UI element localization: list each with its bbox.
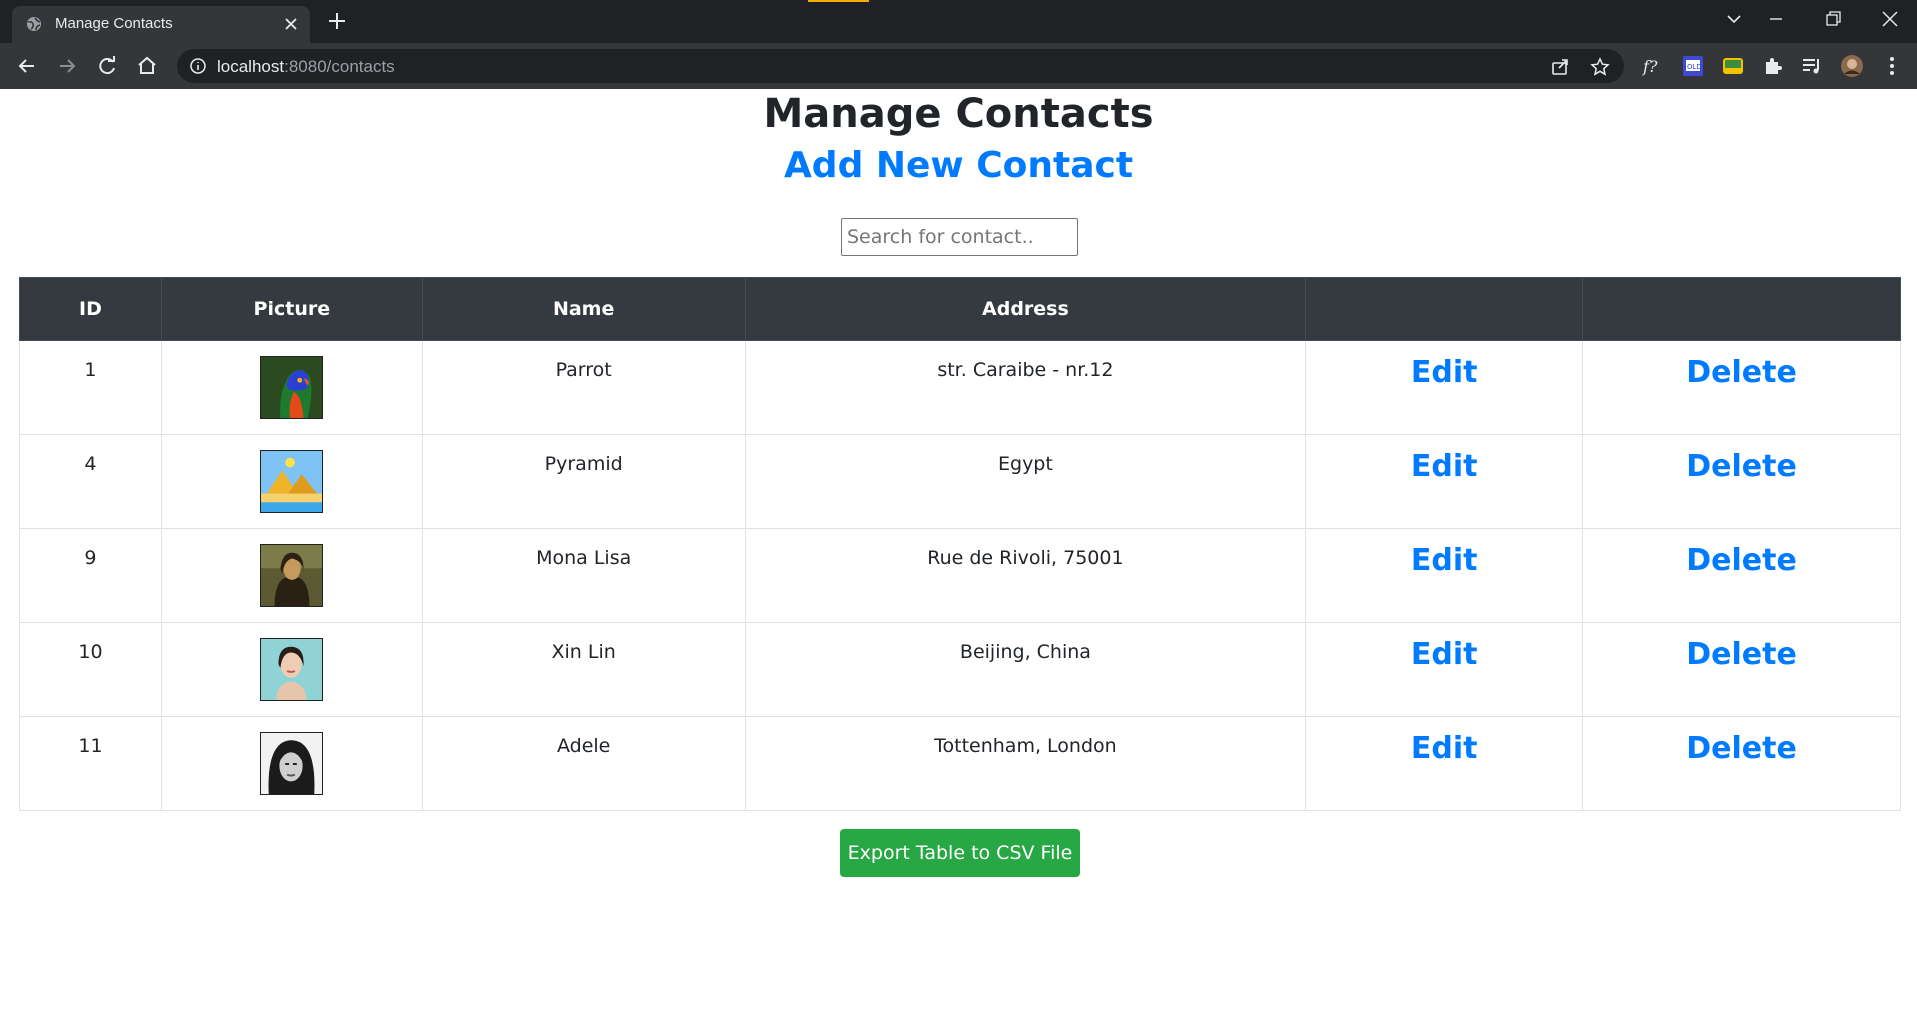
export-csv-button[interactable]: Export Table to CSV File [840,829,1080,877]
url-path: :8080/contacts [284,57,395,76]
mona-lisa-image [260,544,324,607]
cell-id: 9 [19,528,162,623]
cell-picture [160,716,423,811]
header-delete [1582,277,1901,341]
cell-delete: Delete [1582,716,1901,811]
cell-edit: Edit [1305,622,1584,717]
cell-picture [160,340,423,435]
page-title: Manage Contacts [763,91,1154,137]
cell-picture [160,434,423,529]
table-row: 10 Xin Lin Beijing, China Edit Delete [19,622,1901,717]
delete-link[interactable]: Delete [1686,449,1797,484]
address-bar[interactable]: localhost:8080/contacts [177,49,1624,83]
cell-name: Xin Lin [421,622,746,717]
cell-id: 10 [19,622,162,717]
cell-name: Adele [421,716,746,811]
cell-delete: Delete [1582,528,1901,623]
table-header-row: ID Picture Name Address [19,277,1901,341]
menu-kebab-icon[interactable] [1880,54,1904,78]
share-icon[interactable] [1549,56,1571,78]
edit-link[interactable]: Edit [1411,355,1478,390]
portrait-image [260,638,324,701]
cell-edit: Edit [1305,716,1584,811]
url-text[interactable]: localhost:8080/contacts [217,57,395,77]
tab-title: Manage Contacts [55,15,173,32]
browser-tab-strip: Manage Contacts [0,0,1917,43]
cell-address: Tottenham, London [744,716,1307,811]
svg-text:f?: f? [1642,57,1658,76]
cell-delete: Delete [1582,434,1901,529]
cell-delete: Delete [1582,340,1901,435]
cell-address: Beijing, China [744,622,1307,717]
cell-id: 11 [19,716,162,811]
reading-list-icon[interactable] [1800,54,1824,78]
restore-icon[interactable] [1818,6,1848,32]
minimize-icon[interactable] [1761,6,1791,32]
cell-edit: Edit [1305,528,1584,623]
close-window-icon[interactable] [1875,6,1905,32]
parrot-image [260,356,324,419]
cell-address: Egypt [744,434,1307,529]
translate-extension-icon[interactable]: OLD [1681,54,1705,78]
font-extension-icon[interactable]: f? [1640,54,1664,78]
table-row: 9 Mona Lisa Rue de Rivoli, 75001 Edit De… [19,528,1901,623]
table-row: 1 Parrot str. Caraibe - nr.12 Edit Delet… [19,340,1901,435]
cell-edit: Edit [1305,434,1584,529]
table-row: 4 Pyramid Egypt Edit Delete [19,434,1901,529]
delete-link[interactable]: Delete [1686,355,1797,390]
contacts-table: ID Picture Name Address 1 Parrot str. Ca… [19,277,1901,811]
cell-id: 4 [19,434,162,529]
extensions-puzzle-icon[interactable] [1761,54,1785,78]
cell-picture [160,622,423,717]
cell-name: Pyramid [421,434,746,529]
table-row: 11 Adele Tottenham, London Edit Delete [19,716,1901,811]
header-edit [1305,277,1584,341]
tab-search-icon[interactable] [1719,6,1749,32]
forward-icon[interactable] [54,53,80,79]
cell-edit: Edit [1305,340,1584,435]
edit-link[interactable]: Edit [1411,449,1478,484]
search-input[interactable] [841,218,1078,256]
back-icon[interactable] [14,53,40,79]
browser-toolbar: localhost:8080/contacts f? OLD [0,43,1917,89]
pyramid-image [260,450,324,513]
cell-id: 1 [19,340,162,435]
add-new-contact-link[interactable]: Add New Contact [0,145,1917,186]
edit-link[interactable]: Edit [1411,731,1478,766]
new-tab-icon[interactable] [325,9,349,33]
home-icon[interactable] [134,53,160,79]
tab-strip-indicator [808,0,869,2]
browser-tab[interactable]: Manage Contacts [12,6,310,43]
profile-avatar-icon[interactable] [1840,54,1864,78]
edit-link[interactable]: Edit [1411,543,1478,578]
page-content: Manage Contacts Add New Contact ID Pictu… [0,89,1917,1027]
close-tab-icon[interactable] [280,13,302,35]
delete-link[interactable]: Delete [1686,637,1797,672]
screenshot-extension-icon[interactable] [1721,54,1745,78]
globe-icon [27,17,41,31]
header-picture: Picture [160,277,423,341]
url-host: localhost [217,57,285,76]
svg-text:OLD: OLD [1687,63,1702,71]
delete-link[interactable]: Delete [1686,731,1797,766]
cell-name: Parrot [421,340,746,435]
cell-name: Mona Lisa [421,528,746,623]
header-id: ID [19,277,162,341]
delete-link[interactable]: Delete [1686,543,1797,578]
cell-address: Rue de Rivoli, 75001 [744,528,1307,623]
cell-address: str. Caraibe - nr.12 [744,340,1307,435]
cell-delete: Delete [1582,622,1901,717]
bw-portrait-image [260,732,324,795]
edit-link[interactable]: Edit [1411,637,1478,672]
reload-icon[interactable] [94,53,120,79]
header-name: Name [421,277,746,341]
header-address: Address [744,277,1307,341]
cell-picture [160,528,423,623]
bookmark-star-icon[interactable] [1589,56,1611,78]
site-info-icon[interactable] [189,57,207,75]
